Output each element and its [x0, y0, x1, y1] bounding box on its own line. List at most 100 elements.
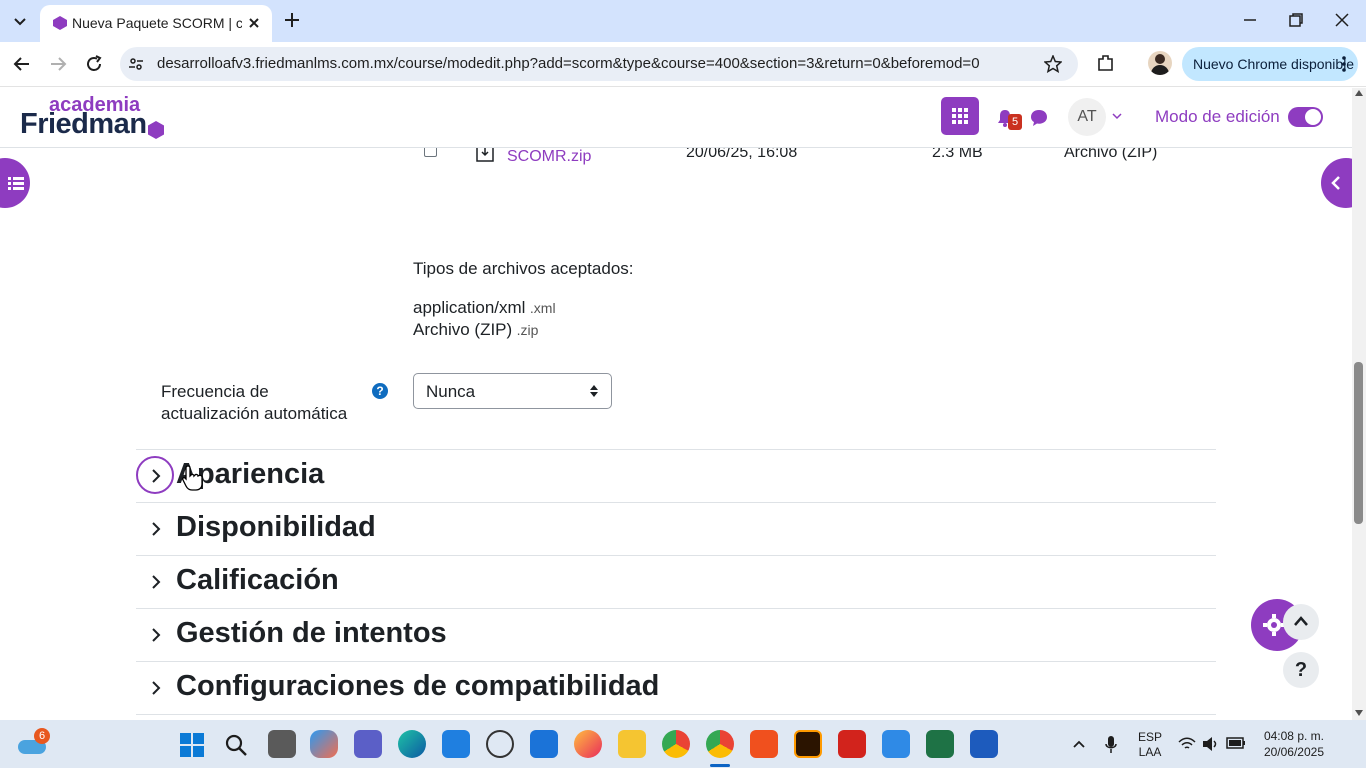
- tab-strip: Nueva Paquete SCORM | curso2: [0, 0, 1366, 42]
- profile-avatar[interactable]: [1148, 51, 1172, 75]
- weather-badge: 6: [34, 728, 50, 744]
- page-scrollbar[interactable]: [1352, 88, 1366, 720]
- question-mark-icon: ?: [1294, 659, 1308, 681]
- select-value: Nunca: [426, 382, 476, 401]
- chrome-menu-icon[interactable]: [1340, 55, 1348, 73]
- section-title: Gestión de intentos: [176, 617, 447, 649]
- user-avatar: AT: [1068, 98, 1106, 136]
- wifi-icon[interactable]: [1178, 737, 1196, 751]
- chevron-right-icon: [152, 575, 161, 589]
- hand-cursor-icon: [182, 465, 203, 491]
- url-text: desarrolloafv3.friedmanlms.com.mx/course…: [157, 55, 980, 72]
- back-to-top-button[interactable]: [1283, 604, 1319, 640]
- windows-taskbar: 6 ESP LAA 04:08 p. m. 20/06/2025: [0, 720, 1366, 768]
- notepad-icon[interactable]: [882, 730, 910, 758]
- acrobat-icon[interactable]: [838, 730, 866, 758]
- edit-mode-toggle[interactable]: [1288, 107, 1323, 127]
- teams-icon[interactable]: [354, 730, 382, 758]
- chevron-down-icon: [14, 18, 26, 26]
- new-tab-icon[interactable]: [282, 10, 302, 30]
- volume-icon[interactable]: [1202, 736, 1220, 752]
- forward-icon[interactable]: [48, 54, 68, 74]
- apps-grid-button[interactable]: [941, 97, 979, 135]
- expand-toggle[interactable]: [136, 562, 174, 600]
- help-icon[interactable]: ?: [372, 383, 388, 399]
- back-icon[interactable]: [12, 54, 32, 74]
- section-calificacion[interactable]: Calificación: [136, 555, 1216, 608]
- excel-icon[interactable]: [926, 730, 954, 758]
- chevron-down-icon: [1112, 113, 1122, 120]
- windows-start-icon[interactable]: [180, 733, 204, 757]
- chevron-right-icon: [152, 522, 161, 536]
- edit-mode-label: Modo de edición: [1155, 107, 1280, 126]
- file-name-link[interactable]: SCOMR.zip: [507, 148, 591, 166]
- chrome-update-button[interactable]: Nuevo Chrome disponible: [1182, 47, 1358, 81]
- accepted-type-ext: .zip: [516, 322, 539, 338]
- chrome-active-icon[interactable]: [706, 730, 734, 758]
- clock-date: 20/06/2025: [1263, 745, 1324, 759]
- section-apariencia[interactable]: Apariencia: [136, 449, 1216, 502]
- site-info-icon[interactable]: [128, 56, 144, 72]
- tab-title: Nueva Paquete SCORM | curso2: [72, 15, 242, 31]
- illustrator-icon[interactable]: [794, 730, 822, 758]
- minimize-icon[interactable]: [1242, 12, 1258, 28]
- tab-search-button[interactable]: [6, 7, 34, 35]
- word-icon[interactable]: [970, 730, 998, 758]
- store-icon[interactable]: [442, 730, 470, 758]
- bookmark-star-icon[interactable]: [1044, 55, 1062, 73]
- expand-toggle[interactable]: [136, 668, 174, 706]
- messages-chat-icon[interactable]: [1030, 109, 1048, 127]
- weather-widget[interactable]: 6: [16, 728, 50, 760]
- reload-icon[interactable]: [84, 54, 104, 74]
- edge-icon[interactable]: [398, 730, 426, 758]
- close-tab-icon[interactable]: [246, 15, 262, 31]
- section-compatibilidad[interactable]: Configuraciones de compatibilidad: [136, 661, 1216, 714]
- copilot-icon[interactable]: [310, 730, 338, 758]
- user-menu[interactable]: AT: [1068, 98, 1124, 138]
- site-logo[interactable]: academia Friedman: [20, 92, 170, 144]
- battery-icon[interactable]: [1226, 737, 1246, 749]
- section-divider: [136, 714, 1216, 715]
- scrollbar-thumb[interactable]: [1354, 362, 1363, 524]
- language-indicator[interactable]: ESP LAA: [1138, 730, 1162, 760]
- section-disponibilidad[interactable]: Disponibilidad: [136, 502, 1216, 555]
- search-icon[interactable]: [224, 733, 248, 757]
- section-title: Calificación: [176, 564, 339, 596]
- help-icon-glyph: ?: [376, 384, 384, 398]
- page-content: SCOMR.zip 20/06/25, 16:08 2.3 MB Archivo…: [0, 88, 1352, 720]
- accepted-type-label: application/xml: [413, 298, 526, 317]
- expand-toggle[interactable]: [136, 615, 174, 653]
- brave-icon[interactable]: [750, 730, 778, 758]
- dell-icon[interactable]: [486, 730, 514, 758]
- address-bar[interactable]: desarrolloafv3.friedmanlms.com.mx/course…: [120, 47, 1078, 81]
- expand-toggle[interactable]: [136, 456, 174, 494]
- close-window-icon[interactable]: [1334, 12, 1350, 28]
- section-title: Configuraciones de compatibilidad: [176, 670, 660, 702]
- scroll-down-arrow-icon[interactable]: [1355, 710, 1363, 716]
- clock[interactable]: 04:08 p. m. 20/06/2025: [1256, 728, 1324, 760]
- notification-count-badge: 5: [1008, 114, 1022, 130]
- expand-toggle[interactable]: [136, 509, 174, 547]
- help-footer-button[interactable]: ?: [1283, 652, 1319, 688]
- mail-icon[interactable]: [530, 730, 558, 758]
- auto-update-label: Frecuencia de actualización automática: [161, 381, 347, 425]
- section-gestion-intentos[interactable]: Gestión de intentos: [136, 608, 1216, 661]
- keyboard-layout: LAA: [1138, 745, 1162, 759]
- notifications-button[interactable]: 5: [996, 108, 1024, 132]
- firefox-icon[interactable]: [574, 730, 602, 758]
- task-view-icon[interactable]: [268, 730, 296, 758]
- microphone-icon[interactable]: [1104, 735, 1118, 755]
- section-title: Disponibilidad: [176, 511, 376, 543]
- chrome-update-label: Nuevo Chrome disponible: [1193, 56, 1355, 72]
- file-explorer-icon[interactable]: [618, 730, 646, 758]
- tray-overflow-chevron-icon[interactable]: [1072, 739, 1086, 749]
- chrome-icon[interactable]: [662, 730, 690, 758]
- extensions-icon[interactable]: [1096, 53, 1116, 73]
- active-tab[interactable]: Nueva Paquete SCORM | curso2: [40, 5, 272, 42]
- scroll-up-arrow-icon[interactable]: [1355, 90, 1363, 96]
- restore-icon[interactable]: [1288, 12, 1304, 28]
- gear-icon: [1263, 614, 1285, 636]
- auto-update-select[interactable]: Nunca: [413, 373, 612, 409]
- site-navbar: academia Friedman 5 AT Modo de edición: [0, 88, 1352, 148]
- chevron-right-icon: [152, 681, 161, 695]
